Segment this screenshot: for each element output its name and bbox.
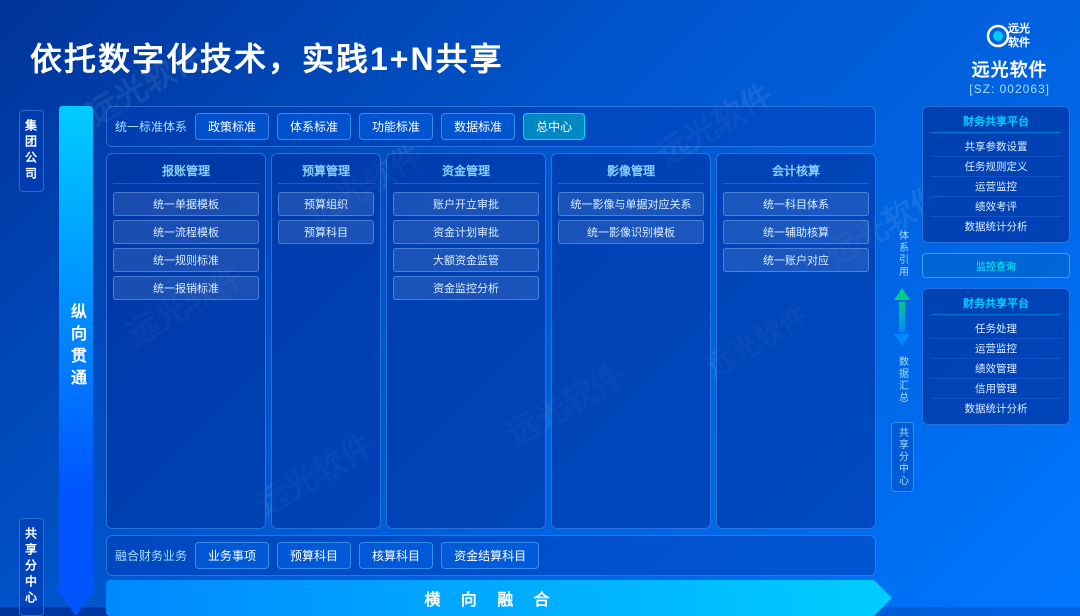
tag-budget-subject: 预算科目 [277, 542, 351, 569]
side-label-data: 数据汇总 [895, 356, 910, 404]
module-budget: 预算管理 预算组织 预算科目 [271, 153, 381, 529]
vertical-arrow-text: 纵向贯通 [64, 303, 88, 391]
fusion-arrow-container: 横 向 融 合 [106, 580, 876, 616]
module-title-reporting: 报账管理 [113, 162, 259, 184]
mod-item: 预算组织 [278, 192, 374, 216]
tag-center: 总中心 [523, 113, 585, 140]
right-panels: 财务共享平台 共享参数设置 任务规则定义 运营监控 绩效考评 数据统计分析 监控… [922, 106, 1070, 616]
mod-item: 大额资金监管 [393, 248, 539, 272]
svg-text:软件: 软件 [1008, 35, 1030, 49]
main-content: 集团公司 共享分中心 纵向贯通 统一标准体系 政策标准 体系标准 功能标准 数据… [0, 106, 1080, 616]
side-label-system: 体系引用 [895, 230, 910, 278]
top-panel-title: 财务共享平台 [931, 113, 1061, 133]
left-label-section: 集团公司 共享分中心 [10, 106, 52, 616]
mod-item: 统一单据模板 [113, 192, 259, 216]
group-label: 集团公司 [19, 110, 44, 192]
module-title-capital: 资金管理 [393, 162, 539, 184]
arrow-shaft-v [899, 302, 905, 332]
tag-business: 业务事项 [195, 542, 269, 569]
tag-capital-subject: 资金结算科目 [441, 542, 539, 569]
panel-item: 信用管理 [931, 379, 1061, 399]
panel-item: 运营监控 [931, 339, 1061, 359]
tag-function: 功能标准 [359, 113, 433, 140]
fusion-arrow-text: 横 向 融 合 [424, 586, 557, 610]
module-title-budget: 预算管理 [278, 162, 374, 184]
bottom-panel-title: 财务共享平台 [931, 295, 1061, 315]
panel-item: 共享参数设置 [931, 137, 1061, 157]
module-title-image: 影像管理 [558, 162, 704, 184]
panel-item: 数据统计分析 [931, 217, 1061, 236]
right-bottom-panel: 财务共享平台 任务处理 运营监控 绩效管理 信用管理 数据统计分析 [922, 288, 1070, 425]
mod-item: 账户开立审批 [393, 192, 539, 216]
mod-item: 统一科目体系 [723, 192, 869, 216]
logo-text: 远光软件 [972, 56, 1048, 82]
fusion-label: 融合财务业务 [115, 547, 187, 564]
share-label: 共享分中心 [19, 518, 44, 616]
tag-system: 体系标准 [277, 113, 351, 140]
module-accounting: 会计核算 统一科目体系 统一辅助核算 统一账户对应 [716, 153, 876, 529]
arrow-body: 纵向贯通 [59, 106, 93, 588]
panel-item: 数据统计分析 [931, 399, 1061, 418]
center-grid: 统一标准体系 政策标准 体系标准 功能标准 数据标准 总中心 报账管理 统一单据… [106, 106, 876, 616]
arrow-tip [56, 588, 96, 616]
fusion-row: 融合财务业务 业务事项 预算科目 核算科目 资金结算科目 [106, 535, 876, 576]
tag-policy: 政策标准 [195, 113, 269, 140]
mod-item: 统一流程模板 [113, 220, 259, 244]
logo-sub: [SZ: 002063] [969, 82, 1050, 96]
shared-center-box-wrapper: 共享分中心 [891, 422, 914, 492]
panel-item: 绩效管理 [931, 359, 1061, 379]
header: 依托数字化技术，实践1+N共享 远光 软件 远光软件 [SZ: 002063] [0, 0, 1080, 106]
logo-area: 远光 软件 远光软件 [SZ: 002063] [969, 18, 1050, 96]
svg-text:远光: 远光 [1008, 21, 1030, 35]
module-image: 影像管理 统一影像与单据对应关系 统一影像识别模板 [551, 153, 711, 529]
standard-row: 统一标准体系 政策标准 体系标准 功能标准 数据标准 总中心 [106, 106, 876, 147]
module-capital: 资金管理 账户开立审批 资金计划审批 大额资金监管 资金监控分析 [386, 153, 546, 529]
standard-row-label: 统一标准体系 [115, 118, 187, 135]
tag-accounting-subject: 核算科目 [359, 542, 433, 569]
arrow-down [894, 334, 910, 346]
logo-icon: 远光 软件 [986, 18, 1034, 54]
tag-data: 数据标准 [441, 113, 515, 140]
monitor-button[interactable]: 监控查询 [922, 253, 1070, 278]
panel-item: 绩效考评 [931, 197, 1061, 217]
shared-center-label: 共享分中心 [891, 422, 914, 492]
panel-item: 任务规则定义 [931, 157, 1061, 177]
side-arrows-section: 体系引用 数据汇总 共享分中心 [882, 106, 922, 616]
mod-item: 统一账户对应 [723, 248, 869, 272]
module-title-accounting: 会计核算 [723, 162, 869, 184]
right-top-panel: 财务共享平台 共享参数设置 任务规则定义 运营监控 绩效考评 数据统计分析 [922, 106, 1070, 243]
panel-item: 运营监控 [931, 177, 1061, 197]
panel-item: 任务处理 [931, 319, 1061, 339]
arrow-up [894, 288, 910, 300]
module-reporting: 报账管理 统一单据模板 统一流程模板 统一规则标准 统一报销标准 [106, 153, 266, 529]
double-arrow [894, 288, 910, 346]
mod-item: 统一规则标准 [113, 248, 259, 272]
mod-item: 资金计划审批 [393, 220, 539, 244]
mod-item: 统一影像与单据对应关系 [558, 192, 704, 216]
vertical-arrow-column: 纵向贯通 [55, 106, 97, 616]
mod-item: 统一辅助核算 [723, 220, 869, 244]
page-title: 依托数字化技术，实践1+N共享 [30, 34, 504, 80]
mod-item: 预算科目 [278, 220, 374, 244]
fusion-arrow: 横 向 融 合 [106, 580, 876, 616]
mod-item: 统一报销标准 [113, 276, 259, 300]
mod-item: 资金监控分析 [393, 276, 539, 300]
modules-row: 报账管理 统一单据模板 统一流程模板 统一规则标准 统一报销标准 预算管理 预算… [106, 153, 876, 529]
mod-item: 统一影像识别模板 [558, 220, 704, 244]
